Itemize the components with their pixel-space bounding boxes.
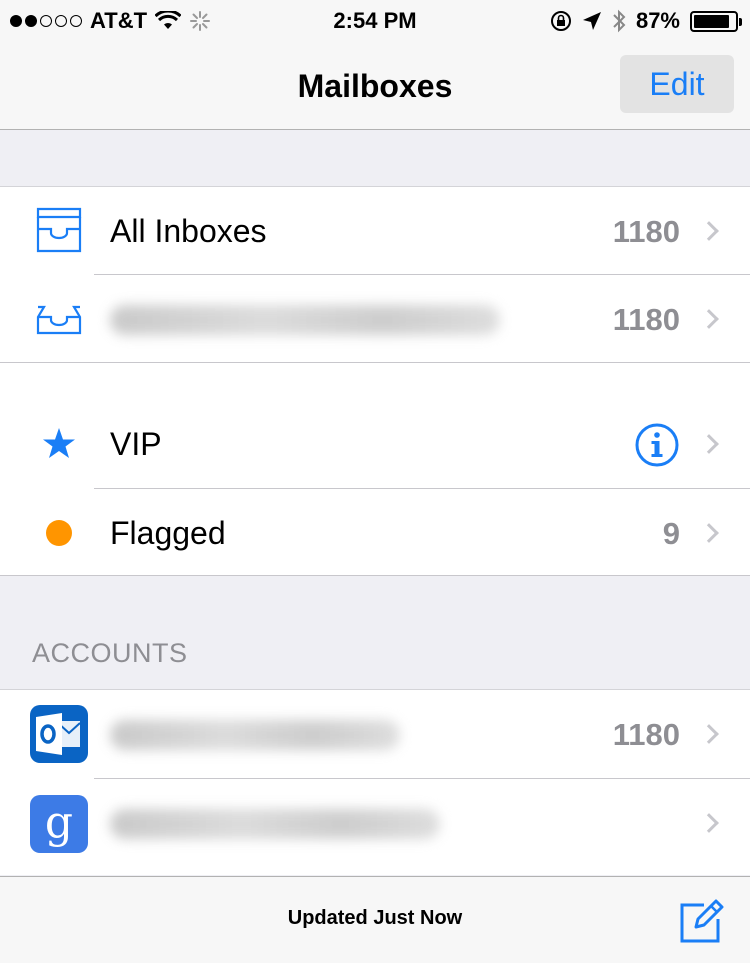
battery-percent: 87% <box>635 8 680 33</box>
google-icon: g <box>30 795 88 853</box>
inbox-tray-icon <box>36 207 82 253</box>
chevron-right-icon <box>699 813 719 833</box>
mailbox-count-account-inbox: 1180 <box>612 302 680 337</box>
inbox-tray-icon <box>36 305 82 335</box>
chevron-right-icon <box>699 724 719 744</box>
section-header-accounts: ACCOUNTS <box>32 638 188 668</box>
mailbox-label-flagged: Flagged <box>110 515 226 551</box>
outlook-icon <box>30 705 88 763</box>
flag-dot-icon <box>46 520 72 546</box>
redacted-account-address <box>110 809 440 839</box>
chevron-right-icon <box>699 434 719 454</box>
redacted-account-address <box>110 720 400 750</box>
status-right: 87% <box>550 8 742 34</box>
mailbox-count-flagged: 9 <box>662 516 680 551</box>
compose-icon[interactable] <box>678 899 724 945</box>
account-count-outlook: 1180 <box>612 717 680 752</box>
account-row-outlook[interactable]: 1180 <box>0 690 750 778</box>
bluetooth-icon <box>613 9 626 33</box>
chevron-right-icon <box>699 523 719 543</box>
location-icon <box>582 12 601 30</box>
mailbox-count-all-inboxes: 1180 <box>612 214 680 249</box>
info-icon[interactable] <box>634 422 680 468</box>
mailbox-row-vip[interactable]: VIP <box>0 400 750 488</box>
mailbox-label-all-inboxes: All Inboxes <box>110 213 267 249</box>
chevron-right-icon <box>699 309 719 329</box>
bottom-toolbar: Updated Just Now <box>0 876 750 963</box>
status-bar: AT&T 2:54 PM 87% <box>0 0 750 42</box>
mailboxes-list: All Inboxes 1180 1180 VIP Flagged 9 <box>0 186 750 576</box>
star-icon <box>43 428 75 458</box>
chevron-right-icon <box>699 221 719 241</box>
mailbox-row-account-inbox[interactable]: 1180 <box>0 275 750 363</box>
mailbox-label-vip: VIP <box>110 426 162 462</box>
edit-button[interactable]: Edit <box>620 55 734 113</box>
navigation-header: AT&T 2:54 PM 87% Mailboxes Edit <box>0 0 750 130</box>
account-row-google[interactable]: g <box>0 779 750 867</box>
battery-fill <box>694 14 729 28</box>
redacted-account-address <box>110 305 500 335</box>
mailbox-row-all-inboxes[interactable]: All Inboxes 1180 <box>0 187 750 275</box>
orientation-lock-icon <box>550 11 571 31</box>
accounts-list: 1180 g <box>0 689 750 875</box>
mailbox-row-flagged[interactable]: Flagged 9 <box>0 489 750 577</box>
battery-icon <box>690 10 742 32</box>
update-status: Updated Just Now <box>287 907 463 929</box>
row-divider <box>0 362 750 363</box>
